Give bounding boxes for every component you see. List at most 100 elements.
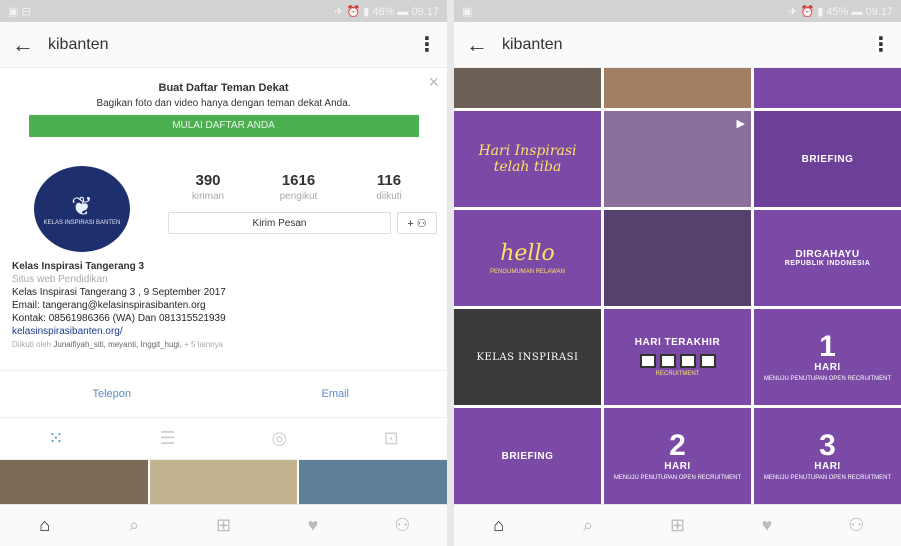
post-thumbnail[interactable]: 3 HARI MENUJU PENUTUPAN OPEN RECRUITMENT: [754, 408, 901, 504]
post-thumbnail[interactable]: KELAS INSPIRASI: [454, 309, 601, 405]
status-bar: ▣ ✈ ⏰ ▮ 45% ▬ 09.17: [454, 0, 901, 22]
post-thumbnail[interactable]: HARI TERAKHIR RECRUITMENT: [604, 309, 751, 405]
profile-icon[interactable]: ⚇: [812, 515, 901, 536]
back-arrow-icon[interactable]: ←: [12, 32, 40, 58]
avatar-text: KELAS INSPIRASI BANTEN: [43, 220, 121, 226]
search-icon[interactable]: ⌕: [543, 515, 632, 536]
profile-stats: 390 kiriman 1616 pengikut 116 diikuti Ki…: [130, 166, 437, 258]
tile-text: MENUJU PENUTUPAN OPEN RECRUITMENT: [763, 376, 892, 382]
logo-bird-icon: ❦: [71, 191, 93, 221]
activity-heart-icon[interactable]: ♥: [722, 515, 811, 536]
close-friends-promo: × Buat Daftar Teman Dekat Bagikan foto d…: [0, 68, 447, 160]
post-thumbnail[interactable]: BRIEFING: [754, 111, 901, 207]
post-thumbnail[interactable]: ▶: [604, 111, 751, 207]
status-left-icons: ▣: [462, 5, 473, 18]
post-thumbnail[interactable]: 2 HARI MENUJU PENUTUPAN OPEN RECRUITMENT: [604, 408, 751, 504]
list-view-icon[interactable]: ☰: [112, 428, 224, 449]
more-options-icon[interactable]: ⋮: [417, 32, 437, 57]
promo-title: Buat Daftar Teman Dekat: [158, 82, 289, 94]
start-list-button[interactable]: MULAI DAFTAR ANDA: [28, 115, 419, 137]
add-post-icon[interactable]: ⊞: [179, 515, 268, 536]
stat-following-label: diikuti: [376, 191, 402, 202]
promo-description: Bagikan foto dan video hanya dengan tema…: [96, 98, 351, 109]
profile-grid-screen: ▣ ✈ ⏰ ▮ 45% ▬ 09.17 ← kibanten ⋮ Hari In…: [454, 0, 901, 546]
phone-button[interactable]: Telepon: [0, 388, 224, 400]
post-thumbnail[interactable]: [604, 210, 751, 306]
bottom-nav: ⌂ ⌕ ⊞ ♥ ⚇: [0, 504, 447, 546]
status-right-icons: ✈ ⏰ ▮ 46% ▬ 09.17: [334, 5, 439, 18]
tile-number: 3: [819, 429, 836, 462]
post-thumbnail[interactable]: hello PENGUMUMAN RELAWAN: [454, 210, 601, 306]
tile-text: DIRGAHAYU: [795, 249, 860, 260]
status-left-icons: ▣ ⊟: [8, 5, 31, 18]
profile-username: kibanten: [48, 35, 109, 53]
followed-by[interactable]: Diikuti oleh Junaifiyah_siti, meyanti, I…: [12, 338, 435, 351]
followed-by-names: Junaifiyah_siti, meyanti, Inggit_hugi,: [53, 340, 182, 349]
bottom-nav: ⌂ ⌕ ⊞ ♥ ⚇: [454, 504, 901, 546]
status-right-icons: ✈ ⏰ ▮ 45% ▬ 09.17: [788, 5, 893, 18]
profile-screen: ▣ ⊟ ✈ ⏰ ▮ 46% ▬ 09.17 ← kibanten ⋮ × Bua…: [0, 0, 447, 546]
bio-website-link[interactable]: kelasinspirasibanten.org/: [12, 325, 435, 338]
post-grid: Hari Inspirasi telah tiba ▶ BRIEFING hel…: [454, 68, 901, 504]
home-icon[interactable]: ⌂: [0, 515, 89, 536]
contact-bar: Telepon Email: [0, 370, 447, 418]
profile-bio: Kelas Inspirasi Tangerang 3 Situs web Pe…: [0, 258, 447, 370]
bio-line-3: Kontak: 08561986366 (WA) Dan 08131552193…: [12, 313, 226, 324]
post-thumbnail[interactable]: DIRGAHAYU REPUBLIK INDONESIA: [754, 210, 901, 306]
post-thumbnail[interactable]: [454, 68, 601, 108]
stat-posts[interactable]: 390 kiriman: [168, 172, 248, 202]
stat-following-count: 116: [376, 172, 402, 189]
post-thumbnail[interactable]: [754, 68, 901, 108]
screen-divider: [447, 0, 454, 546]
followed-by-prefix: Diikuti oleh: [12, 340, 52, 349]
tile-text: BRIEFING: [801, 153, 854, 165]
post-thumbnail[interactable]: [604, 68, 751, 108]
tile-text: HARI TERAKHIR: [634, 337, 721, 348]
app-bar: ← kibanten ⋮: [0, 22, 447, 68]
bio-line-2: Email: tangerang@kelasinspirasibanten.or…: [12, 300, 206, 311]
post-thumbnail[interactable]: Hari Inspirasi telah tiba: [454, 111, 601, 207]
post-thumbnail[interactable]: BRIEFING: [454, 408, 601, 504]
send-message-button[interactable]: Kirim Pesan: [168, 212, 391, 234]
tile-text: HARI: [814, 362, 841, 373]
bio-name: Kelas Inspirasi Tangerang 3: [12, 261, 145, 272]
tile-text: MENUJU PENUTUPAN OPEN RECRUITMENT: [613, 475, 742, 481]
profile-icon[interactable]: ⚇: [358, 515, 447, 536]
tile-text: KELAS INSPIRASI: [476, 351, 579, 363]
status-bar: ▣ ⊟ ✈ ⏰ ▮ 46% ▬ 09.17: [0, 0, 447, 22]
search-icon[interactable]: ⌕: [89, 515, 178, 536]
tile-text: HARI: [664, 461, 691, 472]
grid-view-icon[interactable]: ⁙: [0, 428, 112, 449]
post-thumbnail[interactable]: 1 HARI MENUJU PENUTUPAN OPEN RECRUITMENT: [754, 309, 901, 405]
tile-text: PENGUMUMAN RELAWAN: [490, 269, 565, 275]
profile-username: kibanten: [502, 35, 563, 53]
location-icon[interactable]: ◎: [224, 428, 336, 449]
back-arrow-icon[interactable]: ←: [466, 32, 494, 58]
stat-following[interactable]: 116 diikuti: [349, 172, 429, 202]
tile-text: RECRUITMENT: [655, 371, 700, 377]
tagged-icon[interactable]: ⊡: [335, 428, 447, 449]
stat-followers-count: 1616: [281, 172, 316, 189]
tile-number: 1: [819, 330, 836, 363]
add-person-icon[interactable]: + ⚇: [397, 212, 437, 234]
tile-text: telah tiba: [493, 159, 562, 175]
tile-text: HARI: [814, 461, 841, 472]
home-icon[interactable]: ⌂: [454, 515, 543, 536]
video-icon: ▶: [736, 118, 745, 130]
add-post-icon[interactable]: ⊞: [633, 515, 722, 536]
followed-by-suffix: + 5 lainnya: [184, 340, 224, 349]
close-icon[interactable]: ×: [428, 72, 439, 93]
more-options-icon[interactable]: ⋮: [871, 32, 891, 57]
tile-text: Hari Inspirasi: [478, 143, 577, 159]
bio-category: Situs web Pendidikan: [12, 274, 108, 285]
activity-heart-icon[interactable]: ♥: [268, 515, 357, 536]
email-button[interactable]: Email: [224, 388, 448, 400]
tile-text: REPUBLIK INDONESIA: [784, 260, 871, 267]
avatar[interactable]: ❦ KELAS INSPIRASI BANTEN: [34, 166, 130, 252]
stat-followers[interactable]: 1616 pengikut: [259, 172, 339, 202]
profile-tabs: ⁙ ☰ ◎ ⊡: [0, 418, 447, 460]
app-bar: ← kibanten ⋮: [454, 22, 901, 68]
stat-followers-label: pengikut: [279, 191, 318, 202]
stat-posts-label: kiriman: [191, 191, 225, 202]
tile-number: 2: [669, 429, 686, 462]
